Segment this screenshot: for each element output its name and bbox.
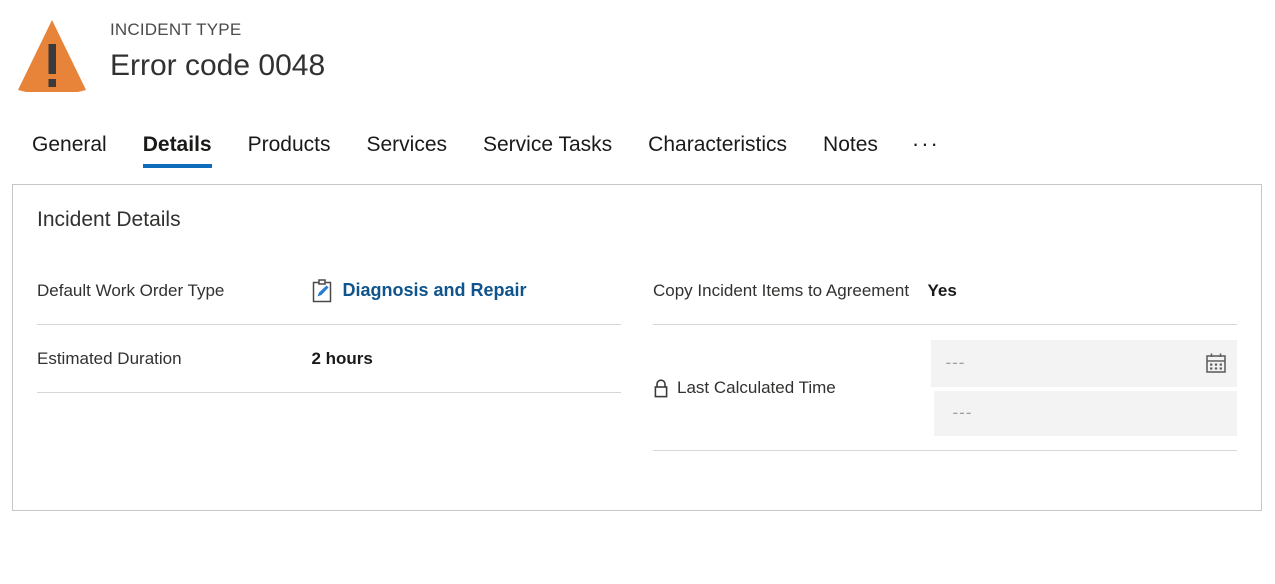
- tab-products[interactable]: Products: [230, 132, 349, 168]
- field-row-spacer: [37, 393, 621, 461]
- tab-services[interactable]: Services: [348, 132, 465, 168]
- tab-strip: General Details Products Services Servic…: [0, 110, 1275, 168]
- field-label-locked: Last Calculated Time: [653, 376, 927, 400]
- field-copy-incident-items-to-agreement: Copy Incident Items to Agreement Yes: [653, 257, 1237, 325]
- field-label: Copy Incident Items to Agreement: [653, 280, 910, 300]
- field-value[interactable]: 2 hours: [311, 349, 621, 369]
- section-title: Incident Details: [37, 208, 181, 231]
- work-order-type-icon: [313, 278, 332, 302]
- calendar-icon[interactable]: [1205, 352, 1227, 374]
- header-text: INCIDENT TYPE Error code 0048: [88, 14, 325, 86]
- lock-icon: [654, 378, 668, 397]
- fields-column-right: Copy Incident Items to Agreement Yes Las…: [653, 257, 1237, 461]
- time-placeholder: ---: [952, 403, 973, 422]
- lookup-link[interactable]: Diagnosis and Repair: [342, 280, 526, 301]
- warning-triangle-icon: [18, 20, 86, 92]
- entity-type-label: INCIDENT TYPE: [110, 20, 242, 39]
- fields-columns: Default Work Order Type Diagnosis and Re…: [37, 257, 1237, 461]
- tab-service-tasks[interactable]: Service Tasks: [465, 132, 630, 168]
- incident-details-card: Incident Details Default Work Order Type…: [12, 184, 1262, 511]
- tab-notes[interactable]: Notes: [805, 132, 896, 168]
- field-label-text: Last Calculated Time: [677, 377, 836, 397]
- tab-characteristics[interactable]: Characteristics: [630, 132, 805, 168]
- tab-general[interactable]: General: [14, 132, 125, 168]
- field-estimated-duration: Estimated Duration 2 hours: [37, 325, 621, 393]
- copy-incident-items-value[interactable]: Yes: [927, 281, 956, 301]
- last-calculated-date-input[interactable]: ---: [931, 339, 1237, 387]
- tab-overflow-menu-button[interactable]: ···: [896, 133, 954, 168]
- last-calculated-time-input[interactable]: ---: [934, 390, 1237, 436]
- tab-details[interactable]: Details: [125, 132, 230, 168]
- date-placeholder: ---: [945, 353, 966, 372]
- entity-icon-container: [16, 14, 88, 94]
- field-last-calculated-time: Last Calculated Time --- ---: [653, 325, 1237, 451]
- lookup-value[interactable]: Diagnosis and Repair: [311, 278, 527, 303]
- field-value: --- ---: [927, 339, 1237, 436]
- estimated-duration-value[interactable]: 2 hours: [311, 349, 372, 369]
- record-header: INCIDENT TYPE Error code 0048: [0, 0, 1275, 110]
- field-label: Default Work Order Type: [37, 280, 225, 300]
- field-default-work-order-type: Default Work Order Type Diagnosis and Re…: [37, 257, 621, 325]
- fields-column-left: Default Work Order Type Diagnosis and Re…: [37, 257, 621, 461]
- page-title: Error code 0048: [110, 49, 326, 82]
- field-value[interactable]: Yes: [927, 281, 1237, 301]
- field-value: Diagnosis and Repair: [311, 278, 621, 303]
- field-label: Estimated Duration: [37, 348, 182, 368]
- datetime-stack: --- ---: [927, 339, 1237, 436]
